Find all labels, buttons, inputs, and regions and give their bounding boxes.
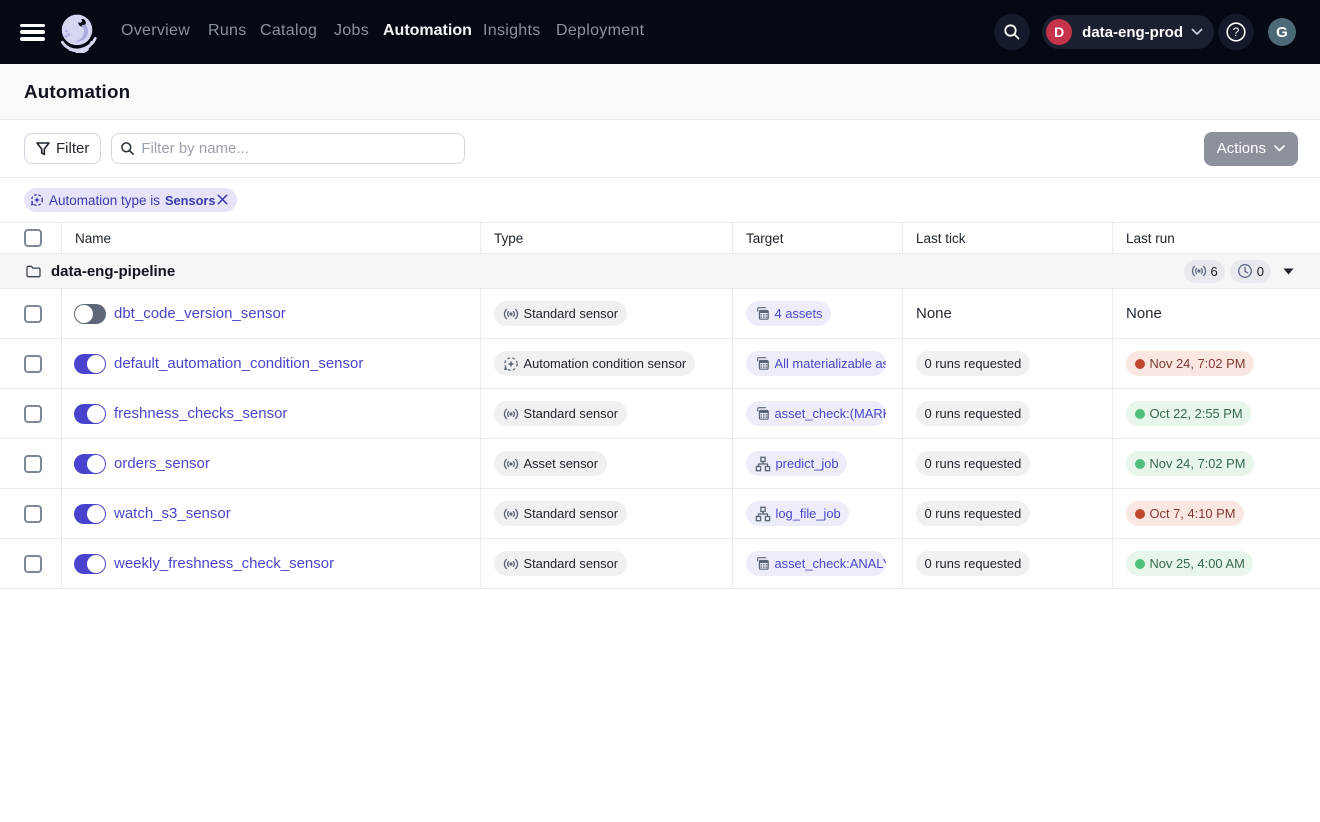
svg-text:?: ? — [1233, 25, 1240, 39]
